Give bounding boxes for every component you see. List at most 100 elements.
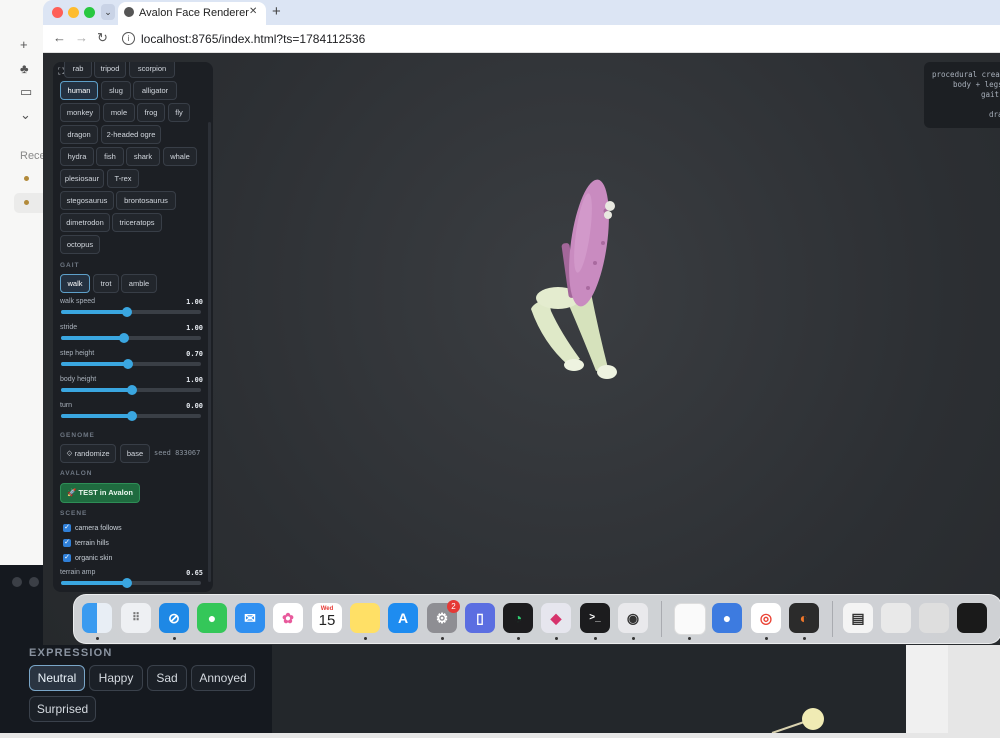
- browser-window: ⌄ Avalon Face Renderer ✕ + ← → ↻ i local…: [43, 0, 1000, 645]
- species-button[interactable]: slug: [101, 81, 131, 100]
- blender-icon[interactable]: ◐: [789, 603, 819, 633]
- safari-icon[interactable]: ⊘: [159, 603, 189, 633]
- window-minimize-button[interactable]: [68, 7, 79, 18]
- terrain-hills-checkbox[interactable]: ✓: [63, 539, 71, 547]
- species-button[interactable]: tripod: [94, 62, 126, 78]
- organic-skin-checkbox[interactable]: ✓: [63, 554, 71, 562]
- overlay-line: gait: [981, 90, 1000, 99]
- running-indicator: [632, 637, 635, 640]
- new-tab-icon[interactable]: +: [272, 3, 281, 20]
- calendar-icon[interactable]: Wed 15: [312, 603, 342, 633]
- disk-utility-icon[interactable]: ◉: [618, 603, 648, 633]
- base-button[interactable]: base: [120, 444, 150, 463]
- recent-window-thumbnail[interactable]: [919, 603, 949, 633]
- finder-icon[interactable]: [82, 603, 112, 633]
- species-button[interactable]: rab: [64, 62, 92, 78]
- species-button[interactable]: stegosaurus: [60, 191, 114, 210]
- window-minimize-dot[interactable]: [29, 577, 39, 587]
- terminal-icon[interactable]: >_: [580, 603, 610, 633]
- gait-walk-button[interactable]: walk: [60, 274, 90, 293]
- window-close-dot[interactable]: [12, 577, 22, 587]
- avalon-section-title: AVALON: [60, 470, 93, 477]
- species-button[interactable]: scorpion: [129, 62, 175, 78]
- species-button[interactable]: brontosaurus: [116, 191, 176, 210]
- reload-icon[interactable]: ↻: [97, 30, 108, 46]
- window-zoom-button[interactable]: [84, 7, 95, 18]
- species-button[interactable]: octopus: [60, 235, 100, 254]
- photos-icon[interactable]: ✿: [273, 603, 303, 633]
- running-indicator: [688, 637, 691, 640]
- automator-icon[interactable]: ●: [712, 603, 742, 633]
- body-height-slider[interactable]: [61, 385, 201, 395]
- walk-speed-slider[interactable]: [61, 307, 201, 317]
- expression-sad-button[interactable]: Sad: [147, 665, 187, 691]
- chrome-icon[interactable]: ◎: [751, 603, 781, 633]
- site-info-icon[interactable]: i: [122, 32, 135, 45]
- species-button[interactable]: dimetrodon: [60, 213, 110, 232]
- people-icon[interactable]: ♣: [20, 62, 34, 76]
- species-button[interactable]: T-rex: [107, 169, 139, 188]
- launchpad-icon[interactable]: ⠿: [121, 603, 151, 633]
- randomize-button[interactable]: ⟐ randomize: [60, 444, 116, 463]
- stride-slider[interactable]: [61, 333, 201, 343]
- tab-search-icon[interactable]: ⌄: [101, 4, 115, 20]
- expression-surprised-button[interactable]: Surprised: [29, 696, 96, 722]
- dock-separator: [832, 601, 833, 637]
- forward-arrow-icon[interactable]: →: [75, 30, 88, 45]
- recent-window-thumbnail[interactable]: ▤: [843, 603, 873, 633]
- recent-item-dot: [24, 200, 29, 205]
- step-height-slider[interactable]: [61, 359, 201, 369]
- back-arrow-icon[interactable]: ←: [53, 30, 66, 45]
- species-button[interactable]: hydra: [60, 147, 94, 166]
- recent-window-thumbnail[interactable]: [957, 603, 987, 633]
- tab-title: Avalon Face Renderer: [139, 7, 249, 19]
- expression-neutral-button[interactable]: Neutral: [29, 665, 85, 691]
- info-overlay: procedural creatu body + legs gait dra: [924, 62, 1000, 128]
- species-button[interactable]: alligator: [133, 81, 177, 100]
- briefcase-icon[interactable]: ▭: [20, 85, 34, 99]
- test-in-avalon-button[interactable]: 🚀 TEST in Avalon: [60, 483, 140, 503]
- calendar-date: 15: [318, 612, 336, 629]
- textedit-icon[interactable]: [674, 603, 706, 635]
- panel-scrollbar[interactable]: [208, 122, 211, 582]
- expression-happy-button[interactable]: Happy: [89, 665, 143, 691]
- camera-follows-checkbox[interactable]: ✓: [63, 524, 71, 532]
- activity-monitor-icon[interactable]: ◔: [503, 603, 533, 633]
- turn-slider[interactable]: [61, 411, 201, 421]
- recent-item-dot: [24, 176, 29, 181]
- face-render-canvas[interactable]: [272, 645, 906, 734]
- expression-annoyed-button[interactable]: Annoyed: [191, 665, 255, 691]
- species-button[interactable]: shark: [126, 147, 160, 166]
- gait-amble-button[interactable]: amble: [121, 274, 157, 293]
- mail-icon[interactable]: ✉: [235, 603, 265, 633]
- species-button-selected[interactable]: human: [60, 81, 98, 100]
- species-button[interactable]: whale: [163, 147, 197, 166]
- plus-icon[interactable]: +: [20, 38, 34, 52]
- species-button[interactable]: fly: [168, 103, 190, 122]
- species-button[interactable]: monkey: [60, 103, 100, 122]
- species-button[interactable]: mole: [103, 103, 135, 122]
- species-button[interactable]: 2-headed ogre: [101, 125, 161, 144]
- tab-close-icon[interactable]: ✕: [249, 6, 257, 17]
- preview-icon[interactable]: ◆: [541, 603, 571, 633]
- address-bar[interactable]: localhost:8765/index.html?ts=1784112536: [141, 32, 365, 46]
- species-button[interactable]: plesiosaur: [60, 169, 104, 188]
- running-indicator: [555, 637, 558, 640]
- window-close-button[interactable]: [52, 7, 63, 18]
- simulator-icon[interactable]: ▯: [465, 603, 495, 633]
- gait-trot-button[interactable]: trot: [93, 274, 119, 293]
- species-button[interactable]: triceratops: [112, 213, 162, 232]
- step-height-label: step height: [60, 350, 95, 357]
- species-button[interactable]: dragon: [60, 125, 98, 144]
- terrain-amp-slider[interactable]: [61, 578, 201, 588]
- notes-icon[interactable]: [350, 603, 380, 633]
- species-button[interactable]: fish: [96, 147, 124, 166]
- running-indicator: [517, 637, 520, 640]
- chevron-down-icon[interactable]: ⌄: [20, 108, 34, 122]
- running-indicator: [594, 637, 597, 640]
- recent-window-thumbnail[interactable]: [881, 603, 911, 633]
- app-store-icon[interactable]: A: [388, 603, 418, 633]
- messages-icon[interactable]: ●: [197, 603, 227, 633]
- tab-favicon-icon: [124, 7, 134, 17]
- species-button[interactable]: frog: [137, 103, 165, 122]
